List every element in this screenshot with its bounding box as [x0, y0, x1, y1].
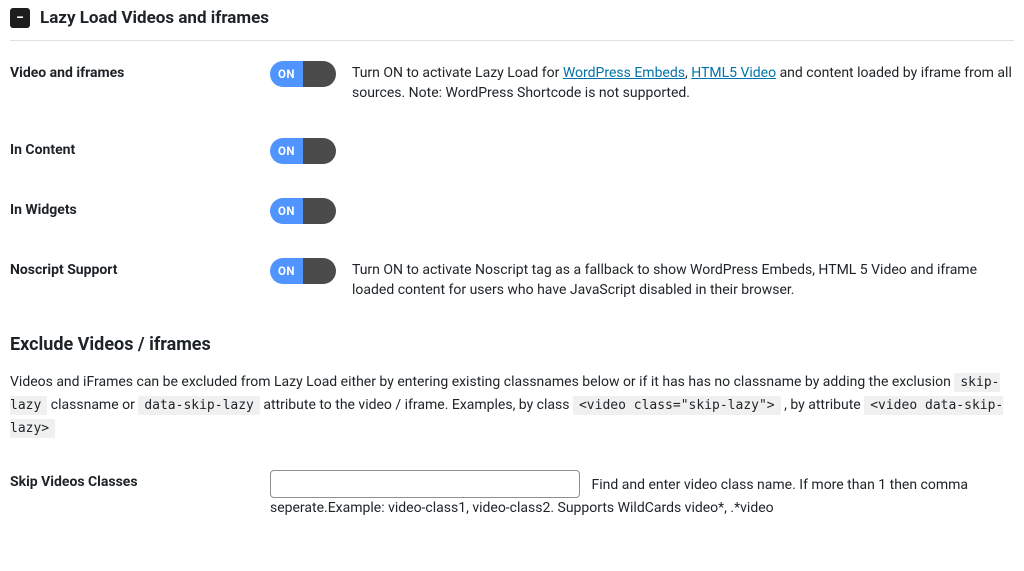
toggle-off-side	[303, 61, 336, 87]
desc-text: Videos and iFrames can be excluded from …	[10, 374, 954, 390]
setting-label: Video and iframes	[10, 61, 270, 81]
toggle-noscript[interactable]: ON	[270, 258, 336, 284]
desc-text: attribute to the video / iframe. Example…	[260, 397, 573, 413]
setting-label: Skip Videos Classes	[10, 470, 270, 490]
setting-desc: Turn ON to activate Noscript tag as a fa…	[352, 258, 1014, 301]
link-wordpress-embeds[interactable]: WordPress Embeds	[563, 65, 685, 81]
exclude-section-desc: Videos and iFrames can be excluded from …	[10, 371, 1014, 439]
desc-text: Turn ON to activate Lazy Load for	[352, 65, 563, 81]
section-title: Lazy Load Videos and iframes	[40, 8, 269, 28]
toggle-on-label: ON	[270, 61, 303, 87]
setting-video-iframes: Video and iframes ON Turn ON to activate…	[10, 61, 1014, 104]
setting-label: In Content	[10, 138, 270, 158]
setting-desc: Turn ON to activate Lazy Load for WordPr…	[352, 61, 1014, 104]
toggle-in-content[interactable]: ON	[270, 138, 336, 164]
setting-in-widgets: In Widgets ON	[10, 198, 1014, 224]
toggle-off-side	[303, 198, 336, 224]
toggle-on-label: ON	[270, 198, 303, 224]
exclude-section-title: Exclude Videos / iframes	[10, 334, 1014, 355]
link-html5-video[interactable]: HTML5 Video	[691, 65, 776, 81]
setting-in-content: In Content ON	[10, 138, 1014, 164]
desc-text: , by attribute	[781, 397, 865, 413]
section-header[interactable]: − Lazy Load Videos and iframes	[10, 8, 1014, 41]
toggle-off-side	[303, 138, 336, 164]
toggle-off-side	[303, 258, 336, 284]
setting-skip-videos: Skip Videos Classes Find and enter video…	[10, 470, 1014, 519]
setting-noscript: Noscript Support ON Turn ON to activate …	[10, 258, 1014, 301]
toggle-on-label: ON	[270, 258, 303, 284]
code-data-skip-lazy: data-skip-lazy	[138, 396, 260, 415]
skip-videos-input[interactable]	[270, 470, 580, 498]
code-example-class: <video class="skip-lazy">	[573, 396, 781, 415]
desc-text: classname or	[47, 397, 138, 413]
collapse-icon[interactable]: −	[10, 8, 30, 28]
toggle-in-widgets[interactable]: ON	[270, 198, 336, 224]
toggle-on-label: ON	[270, 138, 303, 164]
setting-label: In Widgets	[10, 198, 270, 218]
setting-label: Noscript Support	[10, 258, 270, 278]
toggle-video-iframes[interactable]: ON	[270, 61, 336, 87]
